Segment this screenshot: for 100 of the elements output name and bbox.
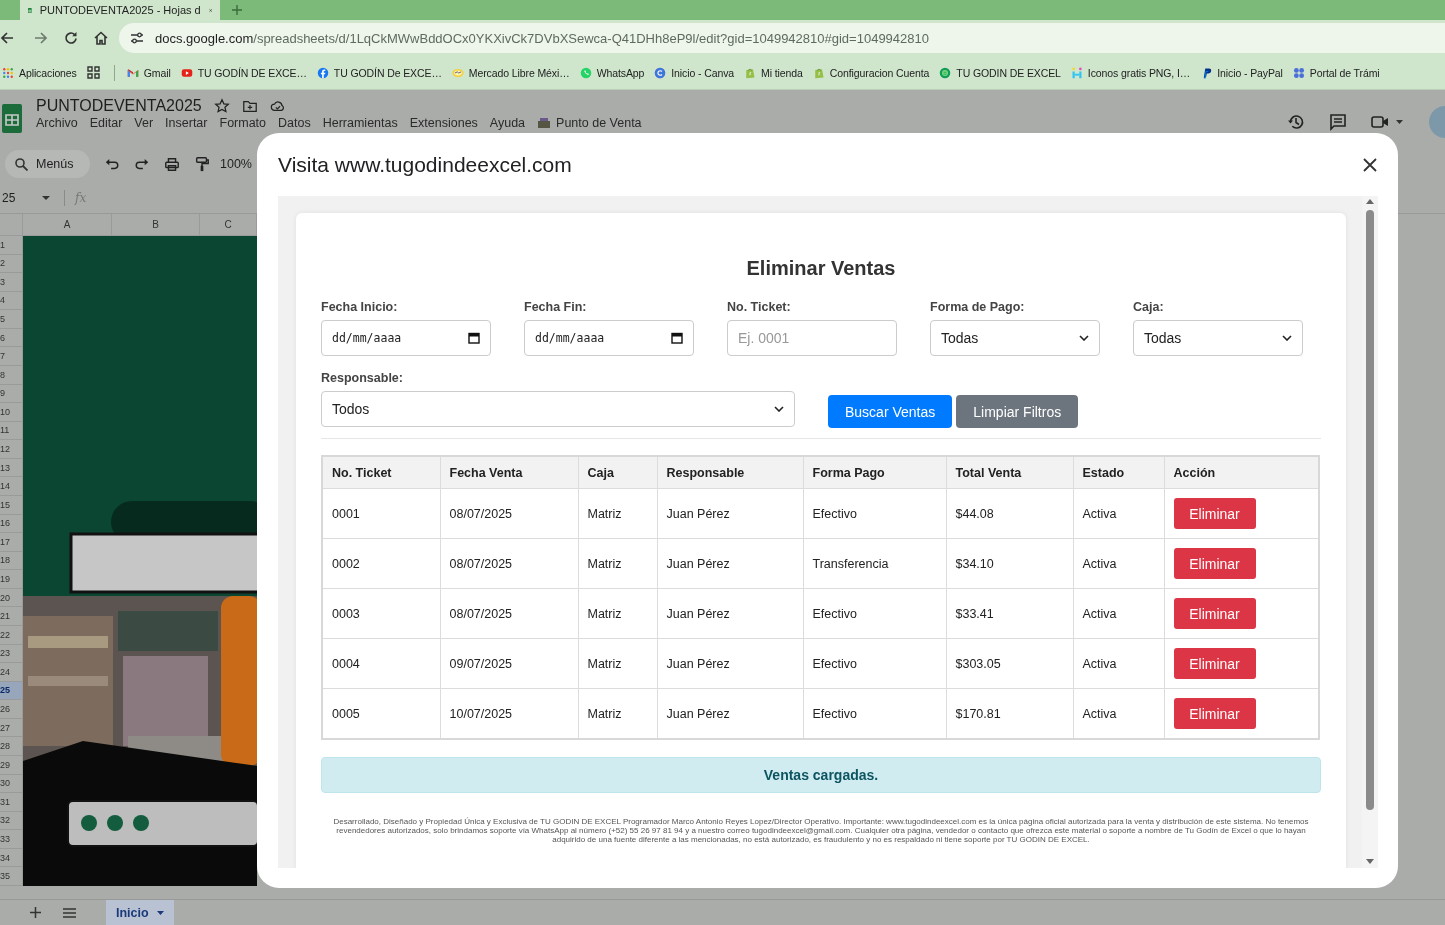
document-title[interactable]: PUNTODEVENTA2025 <box>36 97 202 115</box>
forward-icon[interactable] <box>33 30 49 46</box>
table-cell: 09/07/2025 <box>440 638 578 689</box>
sheet-tab[interactable]: Inicio <box>106 900 174 925</box>
bookmark[interactable]: WhatsApp <box>579 66 645 79</box>
search-button[interactable]: Buscar Ventas <box>828 395 953 428</box>
chevron-icon <box>1282 335 1292 341</box>
address-bar[interactable]: docs.google.com/spreadsheets/d/1LqCkMWwBddOCx0YKXivCk7DVbXSewca-Q41DHh8eP9l/edit?gid=1049942810#gid=1049942810 <box>119 23 1445 53</box>
table-cell: Efectivo <box>803 588 946 639</box>
history-icon[interactable] <box>1286 113 1306 131</box>
site-icon <box>579 66 592 79</box>
delete-button[interactable]: Eliminar <box>1173 698 1256 729</box>
bookmark[interactable]: Gmail <box>126 66 171 79</box>
caret-icon[interactable] <box>1396 120 1403 124</box>
site-icon <box>316 66 329 79</box>
home-icon[interactable] <box>93 30 109 46</box>
field-label: No. Ticket: <box>727 300 791 314</box>
date-field[interactable]: dd/mm/aaaa <box>321 320 491 356</box>
zoom-level[interactable]: 100% <box>220 157 252 171</box>
back-icon[interactable] <box>0 30 14 46</box>
menu-item[interactable]: Herramientas <box>322 116 398 130</box>
table-cell: Juan Pérez <box>657 538 803 589</box>
delete-button[interactable]: Eliminar <box>1173 498 1256 529</box>
calendar-icon[interactable] <box>468 332 480 344</box>
delete-button[interactable]: Eliminar <box>1173 548 1256 579</box>
footer-notice: Desarrollado, Diseñado y Propiedad Única y Exclusiva de TU GODIN DE EXCEL Programador Marco Antonio Reyes Lopez/Director Operativo. Importante: www.tugodindeexcel.com es la única página oficial autorizada para la venta y distribución de este sistema. No tenemos revendedores autorizados, solo brindamos soporte vía WhatsApp al número (+52) 55 26 97 81 94 y a nuestro correo tugodindeexcel@gmail.com. Cualquier otra página, vendedor o contacto que ofrezca este material o soporte a nombre de Tu Godín de Excel o que lo hayan adquirido de una fuente diferente a las mencionadas, no está autorizado, es fraudulento y no es respaldado ni tiene soporte por TU GODIN DE EXCEL. <box>332 817 1310 844</box>
bookmark[interactable]: Aplicaciones <box>2 66 77 79</box>
add-sheet-icon[interactable] <box>30 907 41 918</box>
table-cell: Juan Pérez <box>657 588 803 639</box>
table-cell: Juan Pérez <box>657 638 803 689</box>
table-cell: 08/07/2025 <box>440 488 578 539</box>
cell-reference[interactable]: 25 <box>0 191 42 205</box>
bookmark[interactable]: Configuracion Cuenta <box>812 66 930 79</box>
chevron-icon <box>1079 335 1089 341</box>
column-header: Acción <box>1164 456 1319 489</box>
site-icon <box>744 66 757 79</box>
delete-button[interactable]: Eliminar <box>1173 598 1256 629</box>
menu-icon[interactable] <box>63 907 76 918</box>
bookmark[interactable]: TU GODÍN DE EXCE… <box>180 66 307 79</box>
input-field[interactable]: Ej. 0001 <box>727 320 897 356</box>
caret-icon[interactable] <box>156 910 164 915</box>
menu-item[interactable]: Ver <box>134 116 154 130</box>
bookmark[interactable]: TU GODIN DE EXCEL <box>939 66 1061 79</box>
site-icon <box>1070 66 1083 79</box>
site-icon <box>180 66 193 79</box>
column-header: Total Venta <box>946 456 1073 489</box>
menu-item[interactable]: Punto de Venta <box>537 116 642 130</box>
clear-button[interactable]: Limpiar Filtros <box>956 395 1079 428</box>
menu-item[interactable]: Formato <box>219 116 267 130</box>
menu-item[interactable]: Datos <box>278 116 311 130</box>
grid-icon[interactable] <box>86 66 100 79</box>
camera-icon[interactable] <box>1370 113 1390 131</box>
star-icon[interactable] <box>213 97 230 115</box>
bookmark[interactable]: Inicio - Canva <box>654 66 735 79</box>
scroll-up-icon[interactable] <box>1366 199 1374 204</box>
menu-item[interactable]: Ayuda <box>489 116 526 130</box>
table-cell: Juan Pérez <box>657 488 803 539</box>
field-label: Fecha Inicio: <box>321 300 398 314</box>
bookmark[interactable]: Portal de Trámi <box>1292 66 1380 79</box>
date-field[interactable]: dd/mm/aaaa <box>524 320 694 356</box>
table-cell: Efectivo <box>803 488 946 539</box>
table-cell: 08/07/2025 <box>440 588 578 639</box>
register-icon <box>537 117 552 129</box>
menu-item[interactable]: Archivo <box>36 116 78 130</box>
table-cell: 0002 <box>322 538 440 589</box>
calendar-icon[interactable] <box>671 332 683 344</box>
bookmark[interactable]: TU GODÍN De EXCE… <box>316 66 442 79</box>
close-icon[interactable] <box>1363 157 1377 172</box>
reload-icon[interactable] <box>63 30 79 46</box>
field-label: Responsable: <box>321 371 403 385</box>
menu-item[interactable]: Insertar <box>165 116 208 130</box>
table-cell: 0004 <box>322 638 440 689</box>
paint-format-icon[interactable] <box>194 155 210 173</box>
table-cell: Activa <box>1073 488 1164 539</box>
bookmark[interactable]: Mi tienda <box>744 66 803 79</box>
dropdown[interactable]: Todas <box>930 320 1100 356</box>
site-settings-icon[interactable] <box>129 30 145 46</box>
new-tab-icon[interactable] <box>232 5 242 15</box>
table-cell: Matriz <box>578 588 657 639</box>
site-icon <box>1292 66 1305 79</box>
menu-search-field[interactable]: Menús <box>5 150 90 178</box>
dropdown[interactable]: Todas <box>1133 320 1303 356</box>
table-cell: Efectivo <box>803 638 946 689</box>
sheets-logo[interactable] <box>2 104 22 133</box>
field-label: Forma de Pago: <box>930 300 1025 314</box>
bookmark[interactable]: Inicio - PayPal <box>1200 66 1283 79</box>
bookmark[interactable]: Iconos gratis PNG, I… <box>1070 66 1191 79</box>
site-icon <box>451 66 464 79</box>
menu-item[interactable]: Extensiones <box>409 116 478 130</box>
table-cell: Activa <box>1073 538 1164 589</box>
delete-button[interactable]: Eliminar <box>1173 648 1256 679</box>
dropdown[interactable]: Todos <box>321 391 795 427</box>
scroll-down-icon[interactable] <box>1366 859 1374 864</box>
caret-icon[interactable] <box>42 196 50 200</box>
menu-item[interactable]: Editar <box>89 116 123 130</box>
table-cell: 0001 <box>322 488 440 539</box>
print-icon[interactable] <box>164 155 180 173</box>
bookmark[interactable]: Mercado Libre Méxi… <box>451 66 570 79</box>
comment-icon[interactable] <box>1328 113 1348 131</box>
column-header: Fecha Venta <box>440 456 578 489</box>
